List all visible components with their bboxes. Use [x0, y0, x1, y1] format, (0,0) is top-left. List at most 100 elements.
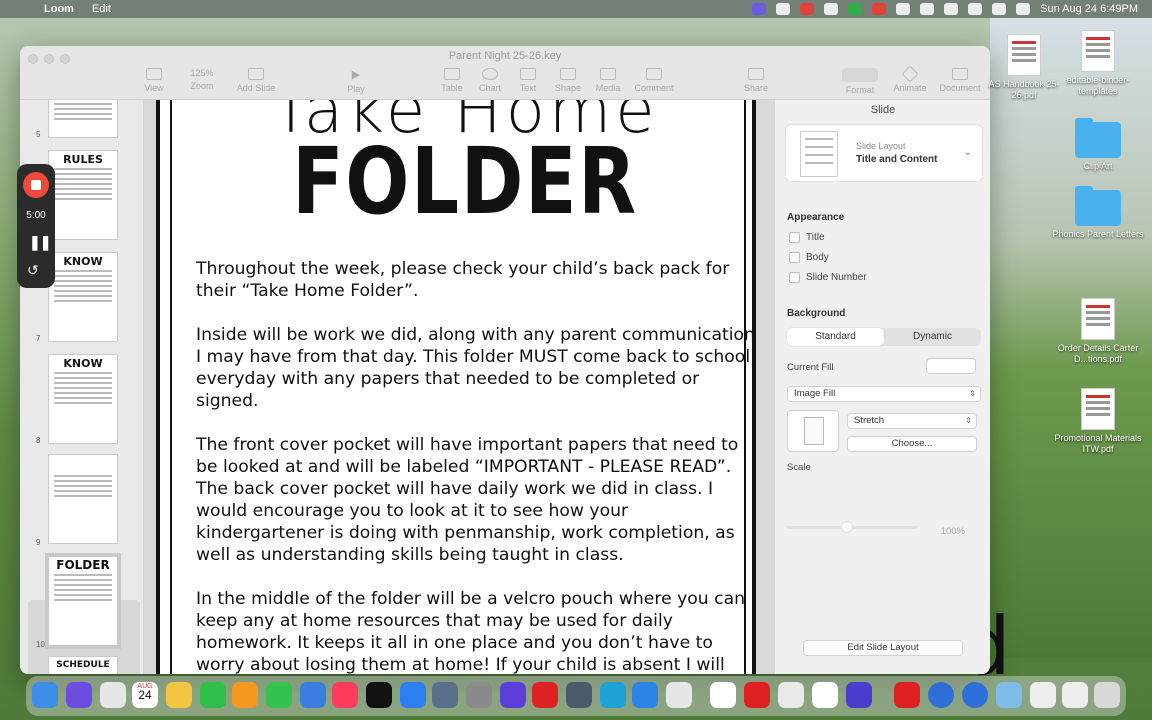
slide-thumbnail[interactable]	[48, 454, 118, 544]
current-fill-swatch[interactable]	[926, 358, 976, 374]
stop-recording-button[interactable]	[23, 172, 49, 198]
checkbox-box[interactable]	[789, 232, 800, 243]
scale-mode-select[interactable]: Stretch ⇕	[847, 413, 977, 429]
downloads-folder-icon[interactable]	[996, 682, 1022, 708]
slide-layout-value: Title and Content	[856, 154, 938, 165]
slide-thumbnail[interactable]	[48, 100, 118, 138]
globe-icon[interactable]	[928, 682, 954, 708]
imovie-icon[interactable]	[500, 682, 526, 708]
pages-icon[interactable]	[232, 682, 258, 708]
people-icon[interactable]	[824, 3, 839, 15]
background-segmented-control[interactable]: Standard Dynamic	[787, 328, 981, 346]
facetime-icon[interactable]	[200, 682, 226, 708]
maps-icon[interactable]	[632, 682, 658, 708]
scale-slider-knob[interactable]	[841, 521, 853, 533]
slide-thumbnail[interactable]: SCHEDULE	[48, 656, 118, 674]
play-icon: ▶	[351, 69, 361, 81]
system-settings-icon[interactable]	[466, 682, 492, 708]
search-icon[interactable]	[992, 3, 1007, 15]
desktop-file[interactable]: Order Details Carter D...tions.pdf	[1050, 298, 1146, 365]
choose-image-button[interactable]: Choose...	[847, 436, 977, 452]
media-icon	[600, 68, 616, 80]
toolbar-zoom-button[interactable]: 125% Zoom	[172, 68, 232, 91]
dropbox-icon[interactable]	[400, 682, 426, 708]
thumbnail-heading: KNOW	[63, 255, 103, 268]
body-checkbox[interactable]: Body	[789, 252, 829, 263]
app-icon[interactable]	[532, 682, 558, 708]
select-arrows-icon: ⇕	[965, 416, 972, 425]
slide-number: 8	[36, 436, 41, 445]
music-icon[interactable]	[332, 682, 358, 708]
slide-number-checkbox[interactable]: Slide Number	[789, 272, 867, 283]
slack-icon[interactable]	[778, 682, 804, 708]
trash-icon[interactable]	[1094, 682, 1120, 708]
messages-icon[interactable]	[266, 682, 292, 708]
menu-bar: Loom Edit Sun Aug 24 6:49PM	[0, 0, 1152, 18]
app-icon[interactable]	[846, 682, 872, 708]
image-fill-well[interactable]	[787, 410, 839, 452]
title-checkbox[interactable]: Title	[789, 232, 825, 243]
menu-clock[interactable]: Sun Aug 24 6:49PM	[1040, 3, 1138, 15]
freeform-icon[interactable]	[600, 682, 626, 708]
segment-standard[interactable]: Standard	[787, 328, 884, 346]
tv-icon[interactable]	[366, 682, 392, 708]
current-slide[interactable]: Take Home FOLDER Throughout the week, pl…	[156, 100, 756, 674]
slide-body-text[interactable]: Throughout the week, please check your c…	[196, 258, 756, 674]
pause-icon[interactable]: ❚❚	[29, 234, 51, 251]
desktop-folder[interactable]: Phonics Parent Letters	[1050, 186, 1146, 240]
slide-thumbnail[interactable]: KNOW	[48, 354, 118, 444]
notification-icon[interactable]	[800, 3, 815, 15]
pdf-icon	[1081, 388, 1115, 430]
fill-type-select[interactable]: Image Fill ⇕	[787, 386, 981, 402]
toolbar-share-button[interactable]: Share	[726, 68, 786, 93]
slide-canvas[interactable]: Take Home FOLDER Throughout the week, pl…	[144, 100, 774, 674]
toolbar-add-slide-button[interactable]: Add Slide	[226, 68, 286, 93]
app-icon[interactable]	[666, 682, 692, 708]
pdf-app-icon[interactable]	[894, 682, 920, 708]
quicktime-icon[interactable]	[432, 682, 458, 708]
desktop-file[interactable]: Promotional Materials ITW.pdf	[1050, 388, 1146, 455]
control-center-icon[interactable]	[1016, 3, 1031, 15]
checkbox-box[interactable]	[789, 272, 800, 283]
finder-icon[interactable]	[32, 682, 58, 708]
slide-layout-picker[interactable]: Slide Layout Title and Content ⌄	[785, 124, 983, 182]
chrome-icon[interactable]	[872, 3, 887, 15]
globe-icon[interactable]	[962, 682, 988, 708]
edit-slide-layout-button[interactable]: Edit Slide Layout	[803, 640, 963, 656]
window-icon[interactable]	[896, 3, 911, 15]
slide-thumbnail-selected[interactable]: FOLDER	[45, 553, 121, 649]
siri-icon[interactable]	[66, 682, 92, 708]
acrobat-icon[interactable]	[744, 682, 770, 708]
calendar-icon[interactable]: AUG 24	[132, 682, 158, 708]
checkbox-box[interactable]	[789, 252, 800, 263]
segment-dynamic[interactable]: Dynamic	[884, 328, 981, 346]
toolbar-play-button[interactable]: ▶ Play	[326, 68, 386, 94]
slide-border: Take Home FOLDER Throughout the week, pl…	[170, 100, 755, 674]
animate-icon	[901, 65, 919, 83]
restart-icon[interactable]: ↺	[27, 262, 39, 279]
menu-edit[interactable]: Edit	[92, 3, 111, 15]
screen-record-icon[interactable]	[752, 3, 767, 15]
slide-thumbnail[interactable]: KNOW	[48, 252, 118, 342]
cricut-icon[interactable]	[710, 682, 736, 708]
desktop-file[interactable]: editable-binder-templates	[1050, 30, 1146, 97]
document-icon[interactable]	[1030, 682, 1056, 708]
chrome-icon[interactable]	[812, 682, 838, 708]
slide-thumbnail[interactable]: RULES	[48, 150, 118, 240]
scale-value[interactable]: 100%	[927, 524, 977, 540]
toolbar-comment-button[interactable]: Comment	[624, 68, 684, 93]
battery-icon[interactable]	[944, 3, 959, 15]
inspector-tab-slide[interactable]: Slide	[775, 104, 990, 116]
document-icon[interactable]	[1062, 682, 1088, 708]
menu-extra-icon[interactable]	[776, 3, 791, 15]
desktop-folder[interactable]: Clip Art	[1050, 118, 1146, 172]
photos-icon[interactable]	[166, 682, 192, 708]
app-icon[interactable]	[566, 682, 592, 708]
slide-title[interactable]: FOLDER	[225, 132, 706, 232]
wifi-icon[interactable]	[968, 3, 983, 15]
bluetooth-icon[interactable]	[920, 3, 935, 15]
menu-app-name[interactable]: Loom	[44, 3, 74, 15]
grammarly-icon[interactable]	[848, 3, 863, 15]
keynote-icon[interactable]	[300, 682, 326, 708]
launchpad-icon[interactable]	[100, 682, 126, 708]
